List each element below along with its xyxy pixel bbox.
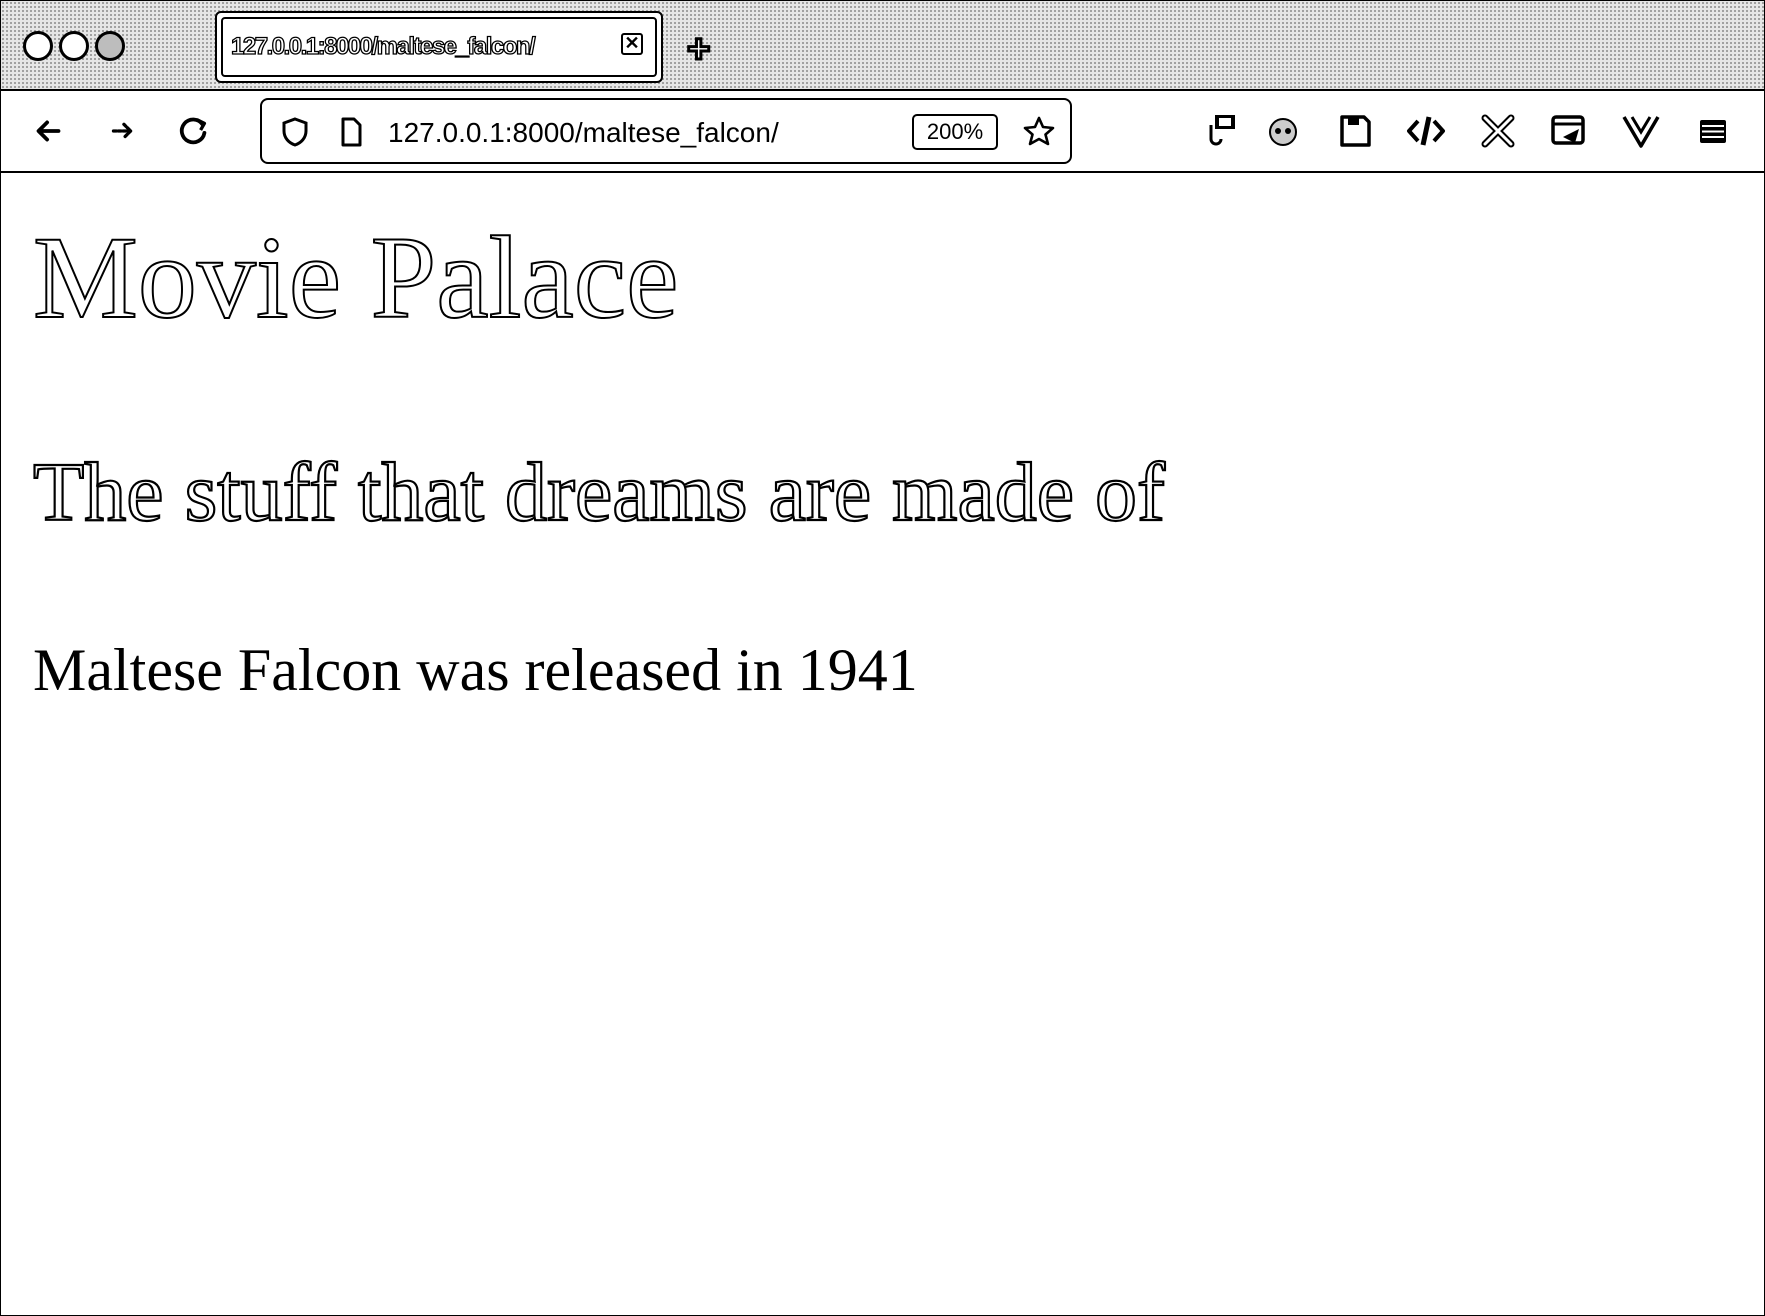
tab-title: 127.0.0.1:8000/maltese_falcon/ [230,32,536,60]
vue-devtools-icon[interactable] [1619,109,1663,153]
release-text: Maltese Falcon was released in 1941 [33,637,918,703]
page-content: Movie Palace The stuff that dreams are m… [1,173,1764,1315]
tab-close-icon[interactable]: ✕ [621,33,643,55]
url-text[interactable]: 127.0.0.1:8000/maltese_falcon/ [388,117,779,149]
page-info-icon[interactable] [334,115,368,149]
privacy-badger-icon[interactable] [1261,109,1305,153]
browser-window: 127.0.0.1:8000/maltese_falcon/ ✕ + 127.0… [0,0,1765,1316]
bookmark-star-icon[interactable] [1022,115,1056,149]
json-viewer-icon[interactable] [1197,109,1241,153]
close-window-button[interactable] [23,31,53,61]
minimize-window-button[interactable] [59,31,89,61]
new-tab-button[interactable]: + [685,28,711,71]
zoom-window-button[interactable] [95,31,125,61]
code-icon[interactable] [1404,109,1448,153]
forward-icon[interactable] [101,111,145,151]
zoom-level-badge[interactable]: 200% [912,114,998,150]
navigation-toolbar: 127.0.0.1:8000/maltese_falcon/ 200% [1,91,1764,173]
screenshot-icon[interactable] [1547,109,1591,153]
page-title: Movie Palace [32,212,679,344]
back-icon[interactable] [27,111,71,151]
tab-active[interactable]: 127.0.0.1:8000/maltese_falcon/ ✕ [215,11,663,83]
shield-icon[interactable] [278,115,312,149]
address-bar[interactable]: 127.0.0.1:8000/maltese_falcon/ 200% [260,98,1072,164]
tab-strip: 127.0.0.1:8000/maltese_falcon/ ✕ + [1,1,1764,91]
menu-icon[interactable] [1691,109,1735,153]
page-subtitle: The stuff that dreams are made of [32,445,1166,540]
window-controls [23,31,125,61]
save-icon[interactable] [1333,109,1377,153]
crossed-tools-icon[interactable] [1476,109,1520,153]
reload-icon[interactable] [171,111,215,151]
